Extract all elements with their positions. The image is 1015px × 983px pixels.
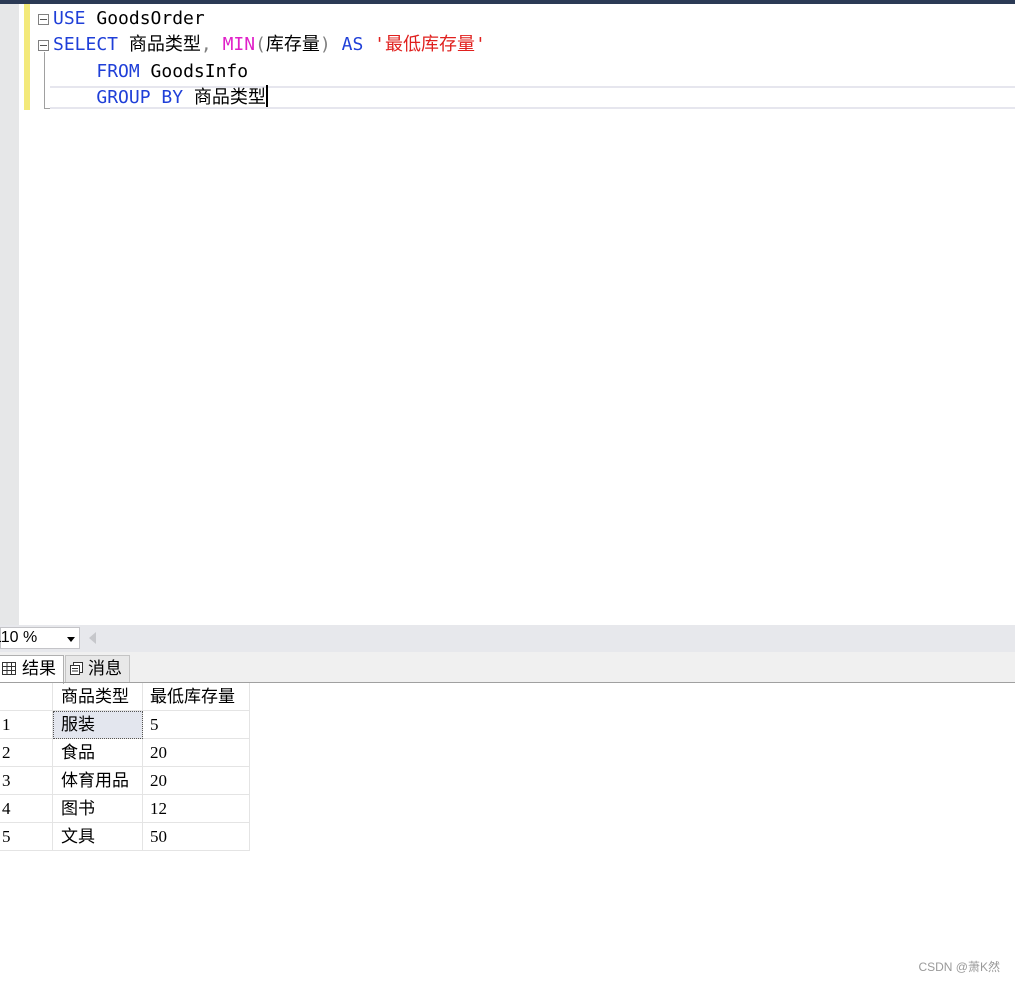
watermark: CSDN @萧K然	[918, 960, 1000, 974]
fold-guide-line	[44, 52, 45, 108]
code-token: GoodsOrder	[85, 8, 205, 29]
results-tab-strip: 结果 消息	[0, 652, 1015, 684]
editor-bottom-strip: 110 %	[0, 625, 1015, 652]
table-cell-selected[interactable]: 服装	[53, 711, 143, 739]
code-line[interactable]: FROM GoodsInfo	[53, 59, 248, 85]
row-number[interactable]: 4	[0, 795, 53, 823]
code-token: )	[319, 34, 331, 55]
code-token: (	[255, 34, 266, 55]
table-cell[interactable]: 食品	[53, 739, 143, 767]
editor-gutter	[0, 4, 19, 625]
zoom-value: 110 %	[0, 629, 38, 646]
code-token: 商品类型	[118, 34, 201, 55]
query-editor[interactable]: USE GoodsOrder SELECT 商品类型, MIN(库存量) AS …	[0, 4, 1015, 625]
column-header[interactable]: 最低库存量	[143, 683, 250, 711]
code-token: AS	[330, 34, 375, 55]
change-tracking-bar	[24, 4, 30, 110]
code-token: FROM	[96, 61, 140, 82]
table-row[interactable]: 3 体育用品 20	[0, 767, 250, 795]
code-token: ,	[200, 34, 223, 55]
collapse-icon[interactable]	[38, 14, 49, 25]
table-row[interactable]: 4 图书 12	[0, 795, 250, 823]
text-caret	[265, 85, 268, 107]
table-row[interactable]: 1 服装 5	[0, 711, 250, 739]
row-number[interactable]: 2	[0, 739, 53, 767]
code-token: GoodsInfo	[139, 61, 249, 82]
row-number[interactable]: 1	[0, 711, 53, 739]
table-row[interactable]: 2 食品 20	[0, 739, 250, 767]
code-token: 商品类型	[183, 87, 266, 108]
row-number[interactable]: 5	[0, 823, 53, 851]
row-number[interactable]: 3	[0, 767, 53, 795]
code-line[interactable]: USE GoodsOrder	[53, 6, 205, 32]
code-token: SELECT	[53, 34, 119, 55]
table-cell[interactable]: 12	[143, 795, 250, 823]
tab-results[interactable]: 结果	[0, 655, 64, 684]
code-token: GROUP BY	[96, 87, 184, 108]
grid-icon	[2, 662, 16, 675]
code-token: 库存量	[265, 34, 320, 55]
code-token: MIN	[222, 34, 256, 55]
table-cell[interactable]: 体育用品	[53, 767, 143, 795]
collapse-icon[interactable]	[38, 40, 49, 51]
tab-messages[interactable]: 消息	[65, 655, 130, 682]
column-header[interactable]: 商品类型	[53, 683, 143, 711]
table-cell[interactable]: 图书	[53, 795, 143, 823]
tab-results-label: 结果	[22, 659, 56, 678]
table-cell[interactable]: 50	[143, 823, 250, 851]
code-line[interactable]: SELECT 商品类型, MIN(库存量) AS '最低库存量'	[53, 32, 486, 58]
row-number-header[interactable]	[0, 683, 53, 711]
messages-icon	[70, 662, 83, 675]
zoom-dropdown[interactable]: 110 %	[0, 627, 80, 649]
table-cell[interactable]: 20	[143, 739, 250, 767]
table-cell[interactable]: 20	[143, 767, 250, 795]
tab-messages-label: 消息	[88, 659, 122, 678]
code-token: USE	[53, 8, 86, 29]
code-token: '最低库存量'	[374, 34, 486, 55]
grid-header-row: 商品类型 最低库存量	[0, 683, 250, 711]
table-cell[interactable]: 5	[143, 711, 250, 739]
code-line[interactable]: GROUP BY 商品类型	[53, 85, 268, 111]
table-row[interactable]: 5 文具 50	[0, 823, 250, 851]
table-cell[interactable]: 文具	[53, 823, 143, 851]
scroll-left-arrow-icon[interactable]	[89, 632, 96, 644]
chevron-down-icon[interactable]	[67, 637, 75, 642]
